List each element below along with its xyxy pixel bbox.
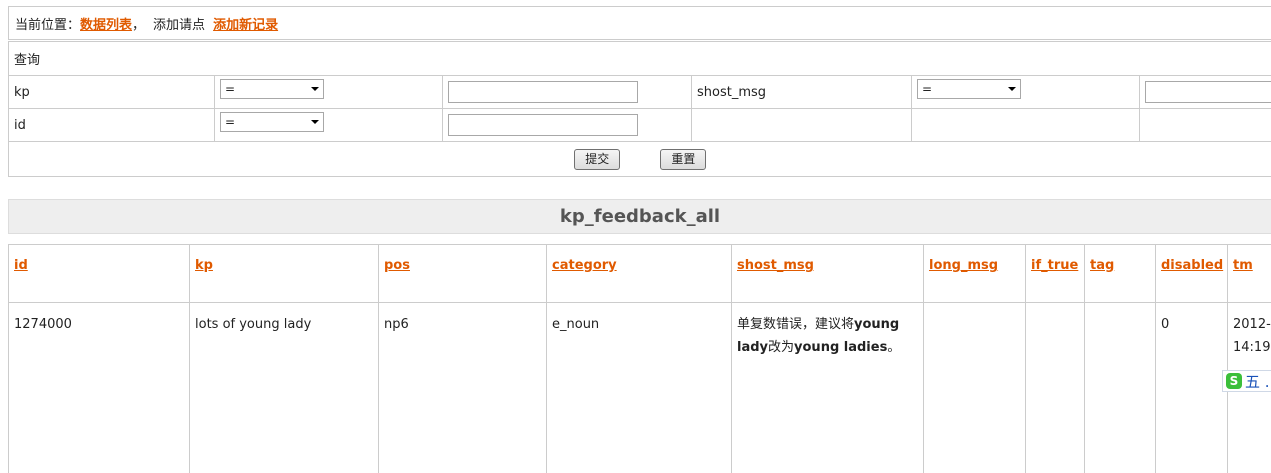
msg-text: 改为 — [768, 340, 795, 355]
cell-kp: lots of young lady — [189, 302, 379, 473]
query-field-label: shost_msg — [691, 75, 912, 109]
submit-button[interactable]: 提交 — [574, 148, 621, 170]
data-list-link[interactable]: 数据列表 — [80, 14, 132, 33]
kp-operator-select[interactable]: = — [220, 79, 324, 99]
add-record-link[interactable]: 添加新记录 — [213, 14, 278, 33]
column-header-id[interactable]: id — [8, 244, 190, 303]
kp-operator-value: = — [225, 82, 236, 96]
msg-text: 。 — [887, 340, 901, 355]
table-row: 1274000 lots of young lady np6 e_noun 单复… — [8, 302, 1271, 473]
column-header-kp[interactable]: kp — [189, 244, 379, 303]
column-header-tm[interactable]: tm — [1227, 244, 1271, 303]
page: 当前位置： 数据列表 ， 添加请点 添加新记录 查询 kp = shost_ms… — [0, 0, 1271, 473]
cell-id: 1274000 — [8, 302, 190, 473]
chevron-down-icon — [1008, 87, 1016, 91]
msg-bold: young ladies — [794, 340, 888, 355]
empty-cell — [1138, 108, 1271, 142]
reset-button[interactable]: 重置 — [660, 148, 707, 170]
column-header-long-msg[interactable]: long_msg — [923, 244, 1026, 303]
id-operator-select[interactable]: = — [220, 112, 324, 132]
ime-mode-label: 五 . — [1245, 372, 1270, 391]
cell-category: e_noun — [546, 302, 732, 473]
cell-tm-line: 14:19 — [1233, 340, 1271, 355]
cell-tm-line: 2012- — [1233, 317, 1271, 332]
ime-toolbar[interactable]: S 五 . — [1222, 370, 1271, 392]
empty-cell — [911, 108, 1140, 142]
column-header-pos[interactable]: pos — [378, 244, 547, 303]
cell-long-msg — [923, 302, 1026, 473]
cell-tag — [1084, 302, 1156, 473]
cell-disabled: 0 — [1155, 302, 1228, 473]
id-operator-value: = — [225, 115, 236, 129]
cell-pos: np6 — [378, 302, 547, 473]
shost-msg-operator-value: = — [922, 82, 933, 96]
breadcrumb-hint: 添加请点 — [153, 17, 206, 33]
query-field-label: id — [8, 108, 215, 142]
column-header-if-true[interactable]: if_true — [1025, 244, 1085, 303]
shost-msg-operator-select[interactable]: = — [917, 79, 1021, 99]
chevron-down-icon — [311, 87, 319, 91]
cell-shost-msg: 单复数错误，建议将young lady改为young ladies。 — [731, 302, 924, 473]
data-table: id kp pos category shost_msg long_msg if… — [8, 244, 1271, 473]
table-title: kp_feedback_all — [8, 199, 1271, 234]
query-actions: 提交 重置 — [7, 141, 1271, 177]
column-header-shost-msg[interactable]: shost_msg — [731, 244, 924, 303]
query-field-label: kp — [8, 75, 215, 109]
chevron-down-icon — [311, 120, 319, 124]
breadcrumb: 当前位置： 数据列表 ， 添加请点 添加新记录 — [8, 6, 1271, 40]
breadcrumb-prefix: 当前位置： — [15, 17, 81, 33]
kp-value-input[interactable] — [448, 81, 638, 103]
query-form: 查询 kp = shost_msg = id = 提交 重置 — [7, 41, 1271, 177]
cell-if-true — [1025, 302, 1085, 473]
query-title: 查询 — [7, 41, 1271, 76]
empty-cell — [691, 108, 912, 142]
msg-text: 单复数错误，建议将 — [737, 317, 855, 332]
column-header-tag[interactable]: tag — [1084, 244, 1156, 303]
column-header-disabled[interactable]: disabled — [1155, 244, 1228, 303]
column-header-category[interactable]: category — [546, 244, 732, 303]
shost-msg-value-input[interactable] — [1145, 81, 1271, 103]
sogou-s-icon: S — [1226, 373, 1242, 389]
id-value-input[interactable] — [448, 114, 638, 136]
table-header-row: id kp pos category shost_msg long_msg if… — [8, 244, 1271, 303]
breadcrumb-separator: ， — [132, 17, 146, 33]
